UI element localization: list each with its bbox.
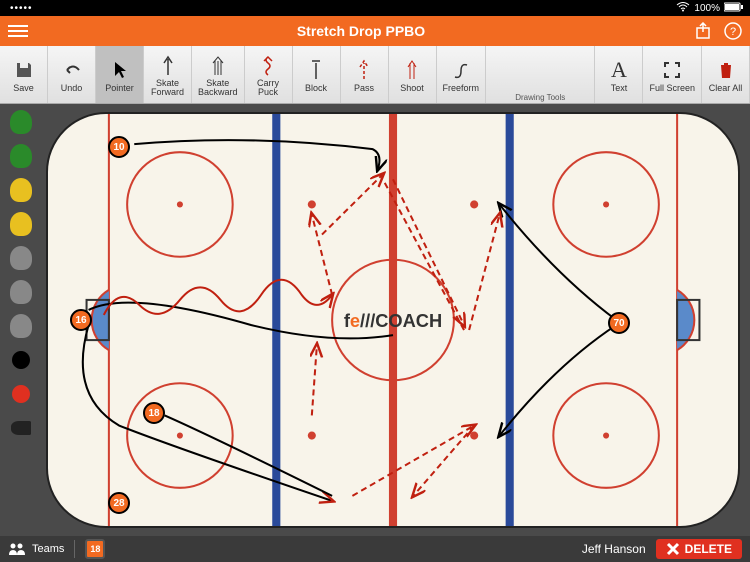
drawing-toolbar: Save Undo Pointer Skate Forward Skate Ba…: [0, 46, 750, 104]
share-button[interactable]: [694, 22, 712, 40]
dashed-arrow-icon: [358, 57, 370, 83]
undo-button[interactable]: Undo: [48, 46, 96, 103]
pointer-icon: [113, 57, 127, 83]
hockey-rink[interactable]: fe///COACH: [46, 112, 740, 528]
svg-text:fe///COACH: fe///COACH: [344, 311, 442, 331]
teams-button[interactable]: Teams: [8, 542, 64, 556]
player-palette: [0, 104, 42, 536]
play-title: Stretch Drop PPBO: [28, 23, 694, 39]
fullscreen-button[interactable]: Full Screen: [643, 46, 702, 103]
player-marker-16[interactable]: 16: [70, 309, 92, 331]
skate-backward-icon: [211, 53, 225, 79]
player-grey-1[interactable]: [6, 244, 36, 272]
player-marker-28[interactable]: 28: [108, 492, 130, 514]
shoot-icon: [406, 57, 418, 83]
carry-puck-tool[interactable]: Carry Puck: [245, 46, 293, 103]
freeform-icon: [452, 57, 470, 83]
pointer-tool[interactable]: Pointer: [96, 46, 144, 103]
player-marker-18[interactable]: 18: [143, 402, 165, 424]
rink-container: fe///COACH: [42, 104, 750, 536]
freeform-tool[interactable]: Freeform: [437, 46, 487, 103]
player-marker-10[interactable]: 10: [108, 136, 130, 158]
player-grey-3[interactable]: [6, 312, 36, 340]
clear-all-button[interactable]: Clear All: [702, 46, 750, 103]
skate-forward-tool[interactable]: Skate Forward: [144, 46, 192, 103]
people-icon: [8, 542, 26, 556]
puck-black[interactable]: [6, 346, 36, 374]
player-marker-70[interactable]: 70: [608, 312, 630, 334]
shoot-tool[interactable]: Shoot: [389, 46, 437, 103]
trash-icon: [718, 57, 734, 83]
undo-icon: [61, 57, 83, 83]
rink-svg: fe///COACH: [48, 114, 738, 526]
app-header: Stretch Drop PPBO ?: [0, 16, 750, 46]
coach-name: Jeff Hanson: [582, 542, 646, 556]
drawing-tools-label: Drawing Tools: [486, 93, 594, 102]
puck-red[interactable]: [6, 380, 36, 408]
block-tool[interactable]: Block: [293, 46, 341, 103]
player-yellow-2[interactable]: [6, 210, 36, 238]
delete-button[interactable]: DELETE: [656, 539, 742, 559]
toolbar-spacer: Drawing Tools: [486, 46, 595, 103]
wavy-arrow-icon: [261, 53, 275, 79]
x-icon: [666, 542, 680, 556]
bottom-bar: Teams 18 Jeff Hanson DELETE: [0, 536, 750, 562]
skate-backward-tool[interactable]: Skate Backward: [192, 46, 245, 103]
menu-button[interactable]: [8, 22, 28, 40]
text-tool[interactable]: A Text: [595, 46, 643, 103]
player-grey-2[interactable]: [6, 278, 36, 306]
arrow-up-icon: [162, 53, 174, 79]
divider: [74, 540, 75, 558]
player-green-1[interactable]: [6, 108, 36, 136]
save-button[interactable]: Save: [0, 46, 48, 103]
pass-tool[interactable]: Pass: [341, 46, 389, 103]
status-bar: ••••• 100%: [0, 0, 750, 16]
signal-dots: •••••: [10, 3, 33, 14]
battery-percent: 100%: [694, 3, 720, 14]
selected-player-chip[interactable]: 18: [85, 539, 105, 559]
player-green-2[interactable]: [6, 142, 36, 170]
wifi-icon: [676, 2, 690, 15]
fullscreen-icon: [663, 57, 681, 83]
battery-icon: [724, 2, 744, 15]
help-button[interactable]: ?: [724, 22, 742, 40]
block-icon: [310, 57, 322, 83]
save-icon: [14, 57, 34, 83]
main-area: fe///COACH: [0, 104, 750, 536]
text-icon: A: [611, 57, 627, 83]
svg-text:?: ?: [730, 26, 736, 38]
whistle[interactable]: [6, 414, 36, 442]
player-yellow-1[interactable]: [6, 176, 36, 204]
